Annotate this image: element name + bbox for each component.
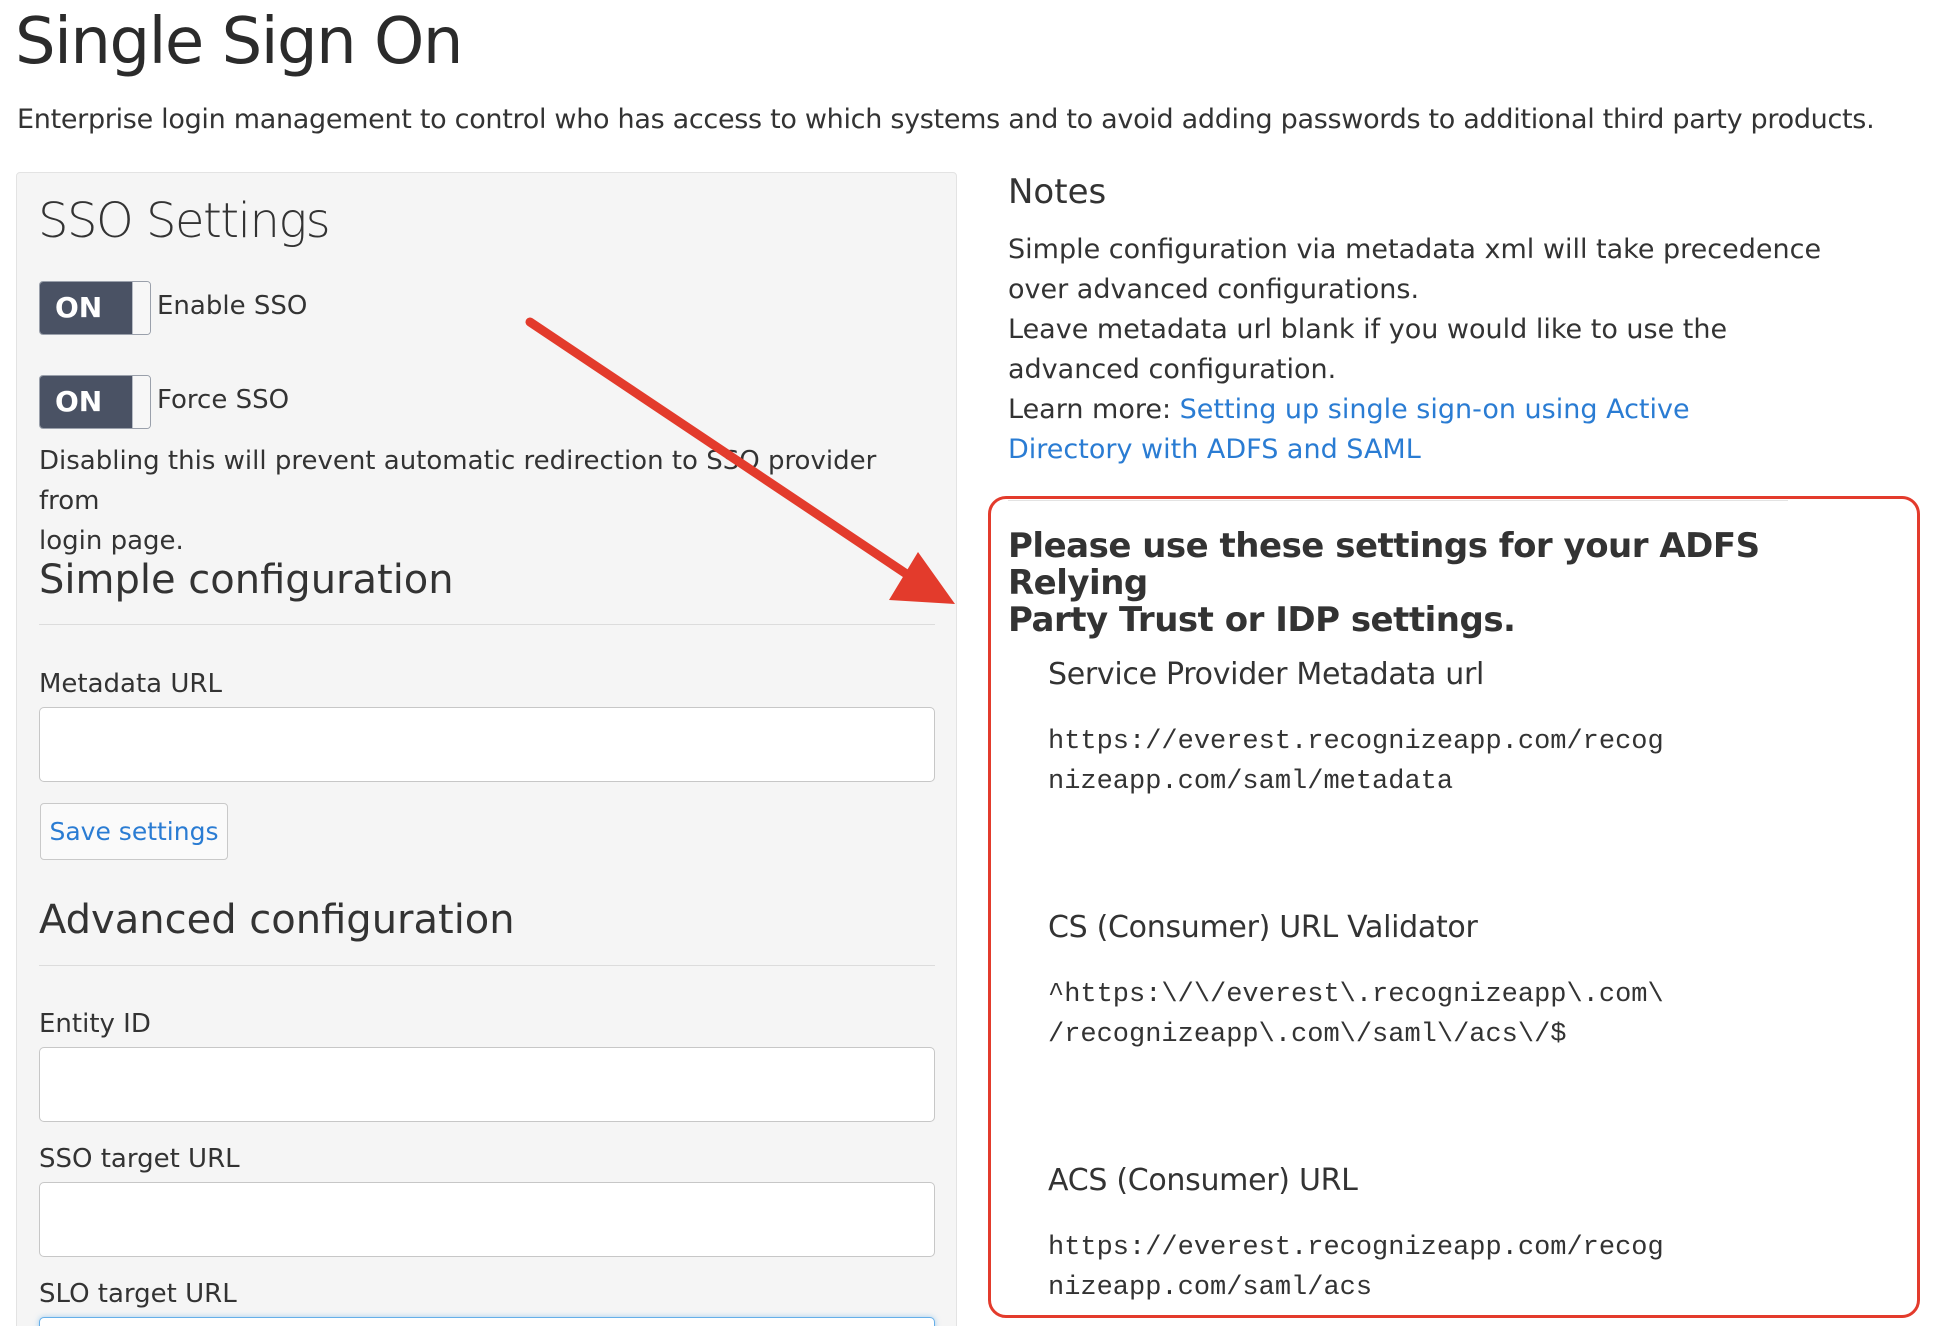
force-sso-label: Force SSO (157, 385, 290, 415)
help-text-line: Disabling this will prevent automatic re… (39, 446, 877, 516)
entity-id-input[interactable] (39, 1047, 935, 1122)
metadata-url-input[interactable] (39, 707, 935, 782)
page-subtitle: Enterprise login management to control w… (17, 104, 1875, 135)
sso-settings-panel: SSO Settings ON Enable SSO ON Force SSO … (16, 172, 957, 1326)
force-sso-toggle[interactable]: ON (39, 375, 151, 429)
section-divider (39, 624, 935, 625)
learn-more-link-continued[interactable]: Directory with ADFS and SAML (1008, 434, 1421, 465)
save-settings-button[interactable]: Save settings (40, 803, 228, 860)
entity-id-label: Entity ID (39, 1009, 151, 1039)
notes-line: over advanced configurations. (1008, 274, 1420, 305)
toggle-on-label: ON (40, 376, 132, 428)
section-divider (39, 965, 935, 966)
simple-configuration-heading: Simple configuration (39, 557, 454, 603)
toggle-on-label: ON (40, 282, 132, 334)
toggle-knob[interactable] (132, 376, 150, 428)
notes-body: Simple configuration via metadata xml wi… (1008, 230, 1848, 470)
advanced-configuration-heading: Advanced configuration (39, 897, 515, 943)
sso-settings-title: SSO Settings (38, 193, 331, 249)
learn-more-link-line: Directory with ADFS and SAML (1008, 430, 1848, 470)
enable-sso-label: Enable SSO (157, 291, 308, 321)
toggle-knob[interactable] (132, 282, 150, 334)
notes-line: advanced configuration. (1008, 354, 1337, 385)
help-text-line: login page. (39, 526, 184, 556)
page-title: Single Sign On (15, 5, 463, 79)
annotation-highlight-box (988, 496, 1920, 1318)
sso-target-url-input[interactable] (39, 1182, 935, 1257)
metadata-url-label: Metadata URL (39, 669, 222, 699)
sso-target-url-label: SSO target URL (39, 1144, 240, 1174)
slo-target-url-label: SLO target URL (39, 1279, 237, 1309)
slo-target-url-input[interactable] (39, 1317, 935, 1326)
enable-sso-toggle[interactable]: ON (39, 281, 151, 335)
notes-line: Simple configuration via metadata xml wi… (1008, 234, 1822, 265)
notes-title: Notes (1008, 172, 1107, 212)
notes-line: Leave metadata url blank if you would li… (1008, 314, 1728, 345)
force-sso-help-text: Disabling this will prevent automatic re… (39, 441, 939, 561)
learn-more-line: Learn more: Setting up single sign-on us… (1008, 390, 1848, 430)
learn-more-prefix: Learn more: (1008, 394, 1180, 425)
learn-more-link[interactable]: Setting up single sign-on using Active (1180, 394, 1690, 425)
